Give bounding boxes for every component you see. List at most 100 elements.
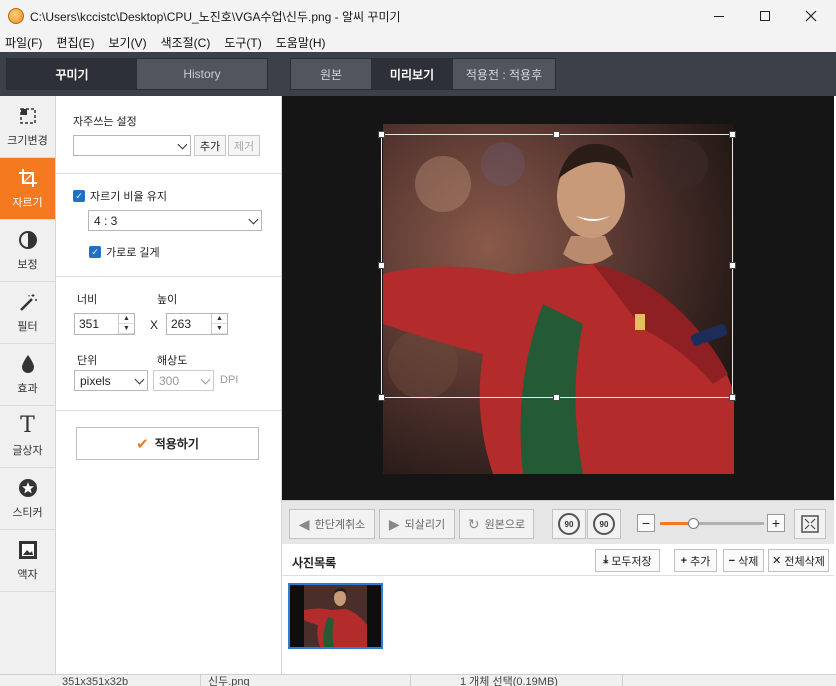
- minus-icon: −: [641, 515, 651, 531]
- dimension-separator: X: [150, 318, 159, 332]
- menu-edit[interactable]: 편집(E): [56, 34, 94, 51]
- stepper-up-icon[interactable]: ▲: [212, 314, 227, 324]
- height-input[interactable]: 263 ▲ ▼: [166, 313, 228, 335]
- rotate-left-button[interactable]: 90: [552, 509, 586, 539]
- stepper-up-icon[interactable]: ▲: [119, 314, 134, 324]
- tab-original[interactable]: 원본: [291, 59, 371, 89]
- tab-compare[interactable]: 적용전 : 적용후: [453, 59, 555, 89]
- text-icon: T: [20, 412, 35, 438]
- keep-ratio-checkbox[interactable]: ✓ 자르기 비율 유지: [73, 188, 167, 204]
- width-label: 너비: [77, 294, 98, 306]
- tool-crop[interactable]: 자르기: [0, 158, 55, 220]
- divider: [622, 675, 623, 686]
- tool-resize[interactable]: 크기변경: [0, 96, 55, 158]
- crop-handle-top-right[interactable]: [729, 131, 736, 138]
- crop-handle-bottom[interactable]: [553, 394, 560, 401]
- refresh-icon: ↻: [467, 515, 480, 532]
- favorites-select[interactable]: [73, 135, 191, 156]
- zoom-out-button[interactable]: −: [637, 514, 655, 532]
- crop-handle-bottom-left[interactable]: [378, 394, 385, 401]
- photo-list: [282, 576, 834, 674]
- minus-icon: −: [728, 554, 736, 567]
- minimize-button[interactable]: [696, 0, 742, 32]
- width-input[interactable]: 351 ▲ ▼: [74, 313, 135, 335]
- view-tabs: 원본 미리보기 적용전 : 적용후: [290, 58, 556, 90]
- tab-history[interactable]: History: [137, 59, 267, 89]
- menu-color[interactable]: 색조절(C): [161, 34, 211, 51]
- stepper-down-icon[interactable]: ▼: [212, 324, 227, 334]
- tool-label: 액자: [17, 568, 38, 581]
- dpi-label: DPI: [220, 374, 239, 386]
- menu-help[interactable]: 도움말(H): [276, 34, 326, 51]
- minimize-icon: [714, 15, 724, 17]
- chevron-down-icon: [200, 374, 211, 385]
- crop-handle-top[interactable]: [553, 131, 560, 138]
- edit-toolbar: ◀ 한단계취소 ▶ 되살리기 ↻ 원본으로 90 90 − +: [282, 500, 834, 544]
- undo-button[interactable]: ◀ 한단계취소: [289, 509, 375, 539]
- tool-sticker[interactable]: 스티커: [0, 468, 55, 530]
- tab-decorate[interactable]: 꾸미기: [7, 59, 137, 89]
- preview-canvas[interactable]: [282, 96, 834, 500]
- zoom-slider[interactable]: [660, 518, 764, 529]
- checkmark-icon: ✔: [136, 435, 149, 453]
- maximize-icon: [760, 11, 770, 21]
- crop-handle-right[interactable]: [729, 262, 736, 269]
- tool-frame[interactable]: 액자: [0, 530, 55, 592]
- tool-label: 보정: [17, 258, 38, 271]
- delete-all-button[interactable]: ✕ 전체삭제: [768, 549, 829, 572]
- photo-list-title: 사진목록: [292, 556, 337, 570]
- contrast-icon: [18, 230, 38, 250]
- resize-icon: [18, 106, 38, 126]
- crop-handle-left[interactable]: [378, 262, 385, 269]
- crop-selection-box[interactable]: [378, 131, 736, 401]
- zoom-in-button[interactable]: +: [767, 514, 785, 532]
- zoom-slider-thumb[interactable]: [688, 518, 700, 529]
- rotate-left-icon: 90: [558, 513, 580, 535]
- unit-label: 단위: [77, 355, 98, 367]
- restore-original-button[interactable]: ↻ 원본으로: [459, 509, 534, 539]
- delete-photo-button[interactable]: − 삭제: [723, 549, 764, 572]
- photo-thumbnail[interactable]: [288, 583, 383, 649]
- tool-label: 글상자: [12, 444, 43, 457]
- tool-effect[interactable]: 효과: [0, 344, 55, 406]
- add-photo-button[interactable]: + 추가: [674, 549, 717, 572]
- stepper-down-icon[interactable]: ▼: [119, 324, 134, 334]
- remove-favorite-button[interactable]: 제거: [228, 135, 260, 156]
- ratio-select[interactable]: 4 : 3: [88, 210, 262, 231]
- tool-filter[interactable]: 필터: [0, 282, 55, 344]
- favorites-label: 자주쓰는 설정: [73, 116, 137, 128]
- maximize-button[interactable]: [742, 0, 788, 32]
- landscape-checkbox[interactable]: ✓ 가로로 길게: [89, 244, 160, 260]
- divider: [56, 410, 282, 411]
- apply-button[interactable]: ✔ 적용하기: [76, 427, 259, 460]
- save-all-button[interactable]: ⤓ 모두저장: [595, 549, 660, 572]
- redo-button[interactable]: ▶ 되살리기: [379, 509, 455, 539]
- close-button[interactable]: [788, 0, 834, 32]
- fit-to-screen-button[interactable]: [794, 509, 826, 539]
- divider: [56, 276, 282, 277]
- width-stepper[interactable]: ▲ ▼: [118, 314, 134, 334]
- tool-adjust[interactable]: 보정: [0, 220, 55, 282]
- add-favorite-button[interactable]: 추가: [194, 135, 226, 156]
- tab-preview[interactable]: 미리보기: [371, 59, 453, 89]
- menu-view[interactable]: 보기(V): [108, 34, 146, 51]
- crop-handle-top-left[interactable]: [378, 131, 385, 138]
- tool-textbox[interactable]: T 글상자: [0, 406, 55, 468]
- tool-label: 효과: [17, 382, 38, 395]
- menu-tools[interactable]: 도구(T): [224, 34, 261, 51]
- tool-label: 크기변경: [7, 134, 48, 147]
- chevron-down-icon: [177, 139, 188, 150]
- unit-select[interactable]: pixels: [74, 370, 148, 391]
- panel-tabs: 꾸미기 History: [6, 58, 268, 90]
- height-stepper[interactable]: ▲ ▼: [211, 314, 227, 334]
- rotate-right-button[interactable]: 90: [587, 509, 621, 539]
- magic-wand-icon: [18, 292, 38, 312]
- resolution-select[interactable]: 300: [153, 370, 214, 391]
- frame-icon: [18, 540, 38, 560]
- divider: [56, 173, 282, 174]
- tool-strip: 크기변경 자르기 보정 필터 효과 T 글상자 스티커 액자: [0, 96, 56, 674]
- fit-screen-icon: [801, 515, 819, 533]
- menu-file[interactable]: 파일(F): [5, 34, 42, 51]
- crop-handle-bottom-right[interactable]: [729, 394, 736, 401]
- checkmark-icon: ✓: [89, 246, 101, 258]
